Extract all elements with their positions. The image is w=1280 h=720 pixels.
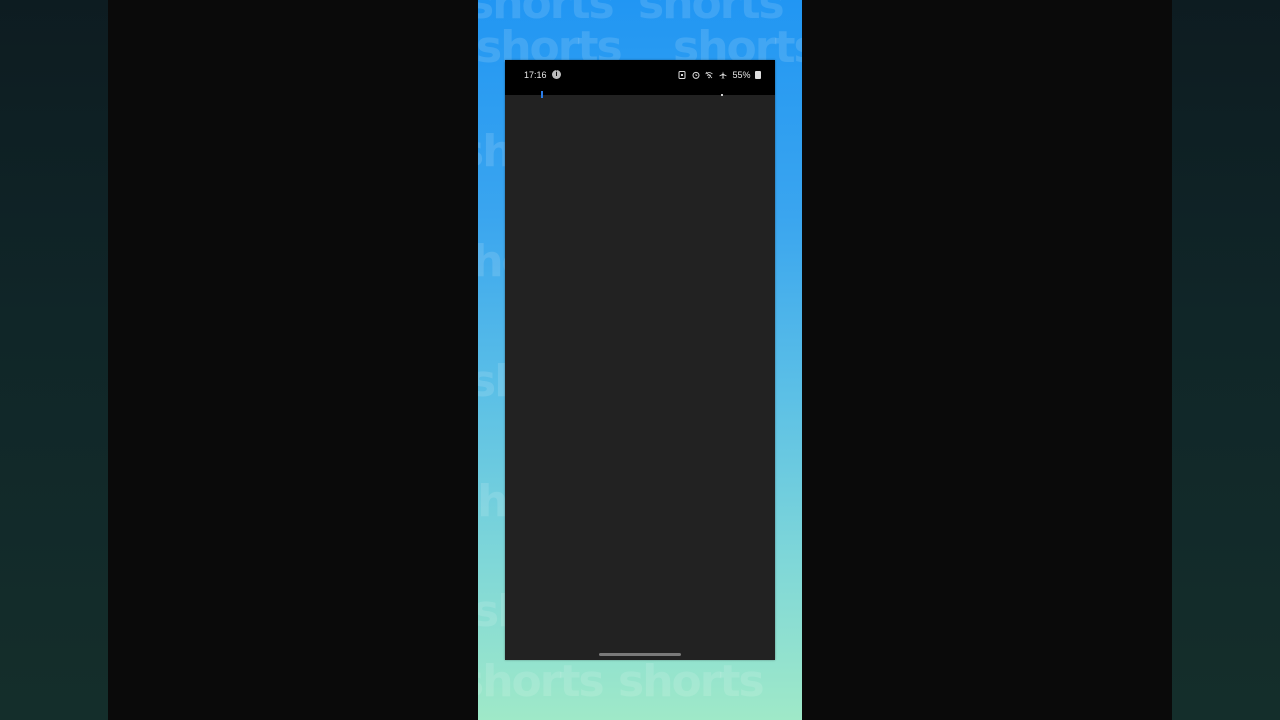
battery-icon — [755, 70, 761, 79]
status-dot — [721, 94, 723, 96]
alarm-icon — [692, 71, 700, 79]
airplane-mode-icon — [719, 71, 727, 79]
status-time: 17:16 — [524, 70, 547, 80]
status-bar: 17:16 i 55% — [505, 60, 775, 95]
battery-percent: 55% — [732, 69, 751, 80]
sim-icon — [678, 70, 686, 79]
left-letterbox — [108, 0, 478, 720]
right-blur-panel — [1172, 0, 1280, 720]
right-letterbox — [802, 0, 1172, 720]
info-icon: i — [552, 70, 561, 79]
text-cursor — [541, 91, 543, 98]
phone-screen: 17:16 i 55% — [505, 60, 775, 660]
left-blur-panel — [0, 0, 108, 720]
bg-watermark-word: shorts — [478, 656, 605, 707]
status-icons: 55% — [678, 69, 761, 81]
shorts-video-frame: shorts shorts shorts shorts shorts short… — [478, 0, 802, 720]
wifi-off-icon — [705, 71, 714, 79]
bg-watermark-word: shorts — [618, 656, 765, 707]
home-indicator[interactable] — [599, 653, 681, 656]
